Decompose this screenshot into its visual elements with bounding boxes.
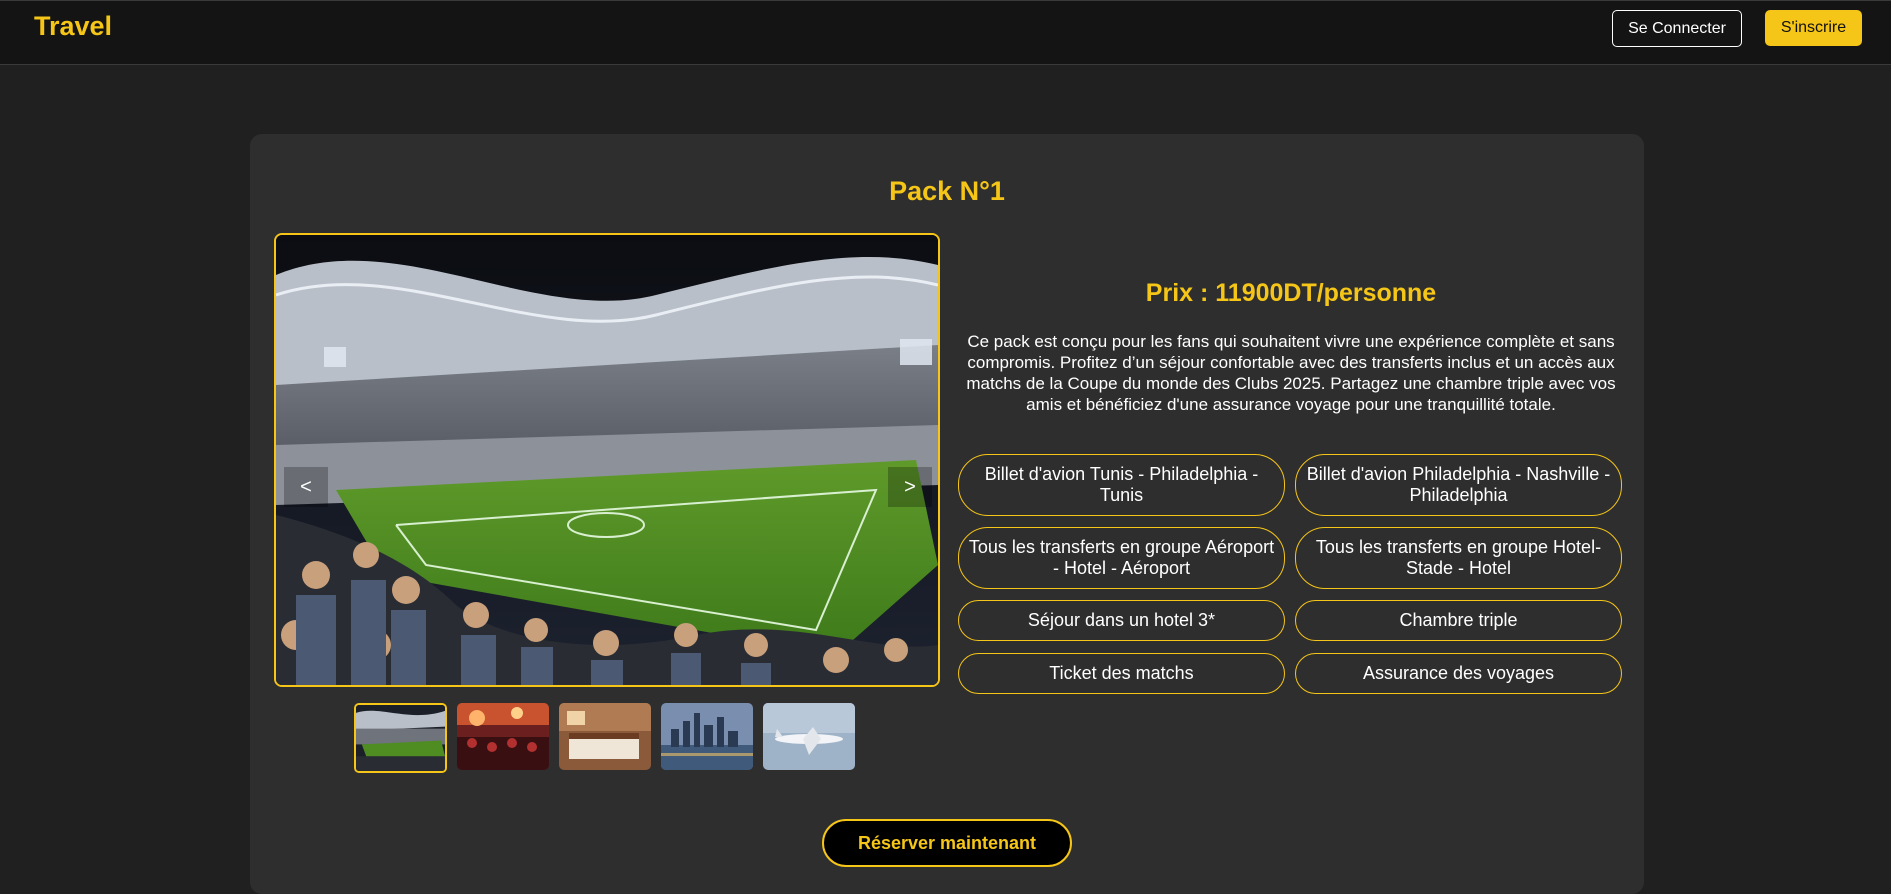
feature-item: Séjour dans un hotel 3*	[958, 600, 1285, 641]
pack-price: Prix : 11900DT/personne	[1145, 279, 1437, 307]
signup-button[interactable]: S'inscrire	[1765, 10, 1862, 46]
feature-item: Tous les transferts en groupe Aéroport -…	[958, 527, 1285, 589]
feature-item: Ticket des matchs	[958, 653, 1285, 694]
feature-item: Billet d'avion Philadelphia - Nashville …	[1295, 454, 1622, 516]
hotel-room-thumbnail-image	[559, 703, 651, 770]
crowd-thumbnail-image	[457, 703, 549, 770]
gallery-next-button[interactable]: >	[888, 467, 932, 507]
feature-item: Billet d'avion Tunis - Philadelphia - Tu…	[958, 454, 1285, 516]
pack-features: Billet d'avion Tunis - Philadelphia - Tu…	[958, 454, 1622, 706]
gallery-prev-button[interactable]: <	[284, 467, 328, 507]
pack-description: Ce pack est conçu pour les fans qui souh…	[966, 332, 1616, 414]
reserve-button[interactable]: Réserver maintenant	[822, 819, 1072, 867]
gallery-main-image: < >	[274, 233, 940, 687]
pack-card: Pack N°1 < > Prix: 11900DT/personne Ce …	[250, 134, 1644, 894]
stadium-photo	[276, 235, 938, 685]
feature-item: Assurance des voyages	[1295, 653, 1622, 694]
thumbnail-stadium[interactable]	[354, 703, 447, 773]
thumbnail-hotel-room[interactable]	[559, 703, 651, 770]
stadium-thumbnail-image	[356, 705, 445, 771]
top-navbar: Travel Se Connecter S'inscrire	[0, 0, 1891, 65]
gallery-thumbnails	[354, 703, 855, 773]
thumbnail-city-skyline[interactable]	[661, 703, 753, 770]
thumbnail-crowd[interactable]	[457, 703, 549, 770]
thumbnail-airplane[interactable]	[763, 703, 855, 770]
pack-title: Pack N°1	[889, 176, 1005, 206]
airplane-thumbnail-image	[763, 703, 855, 770]
feature-item: Tous les transferts en groupe Hotel-Stad…	[1295, 527, 1622, 589]
brand-logo[interactable]: Travel	[34, 11, 112, 42]
feature-item: Chambre triple	[1295, 600, 1622, 641]
login-button[interactable]: Se Connecter	[1612, 10, 1742, 47]
city-skyline-thumbnail-image	[661, 703, 753, 770]
